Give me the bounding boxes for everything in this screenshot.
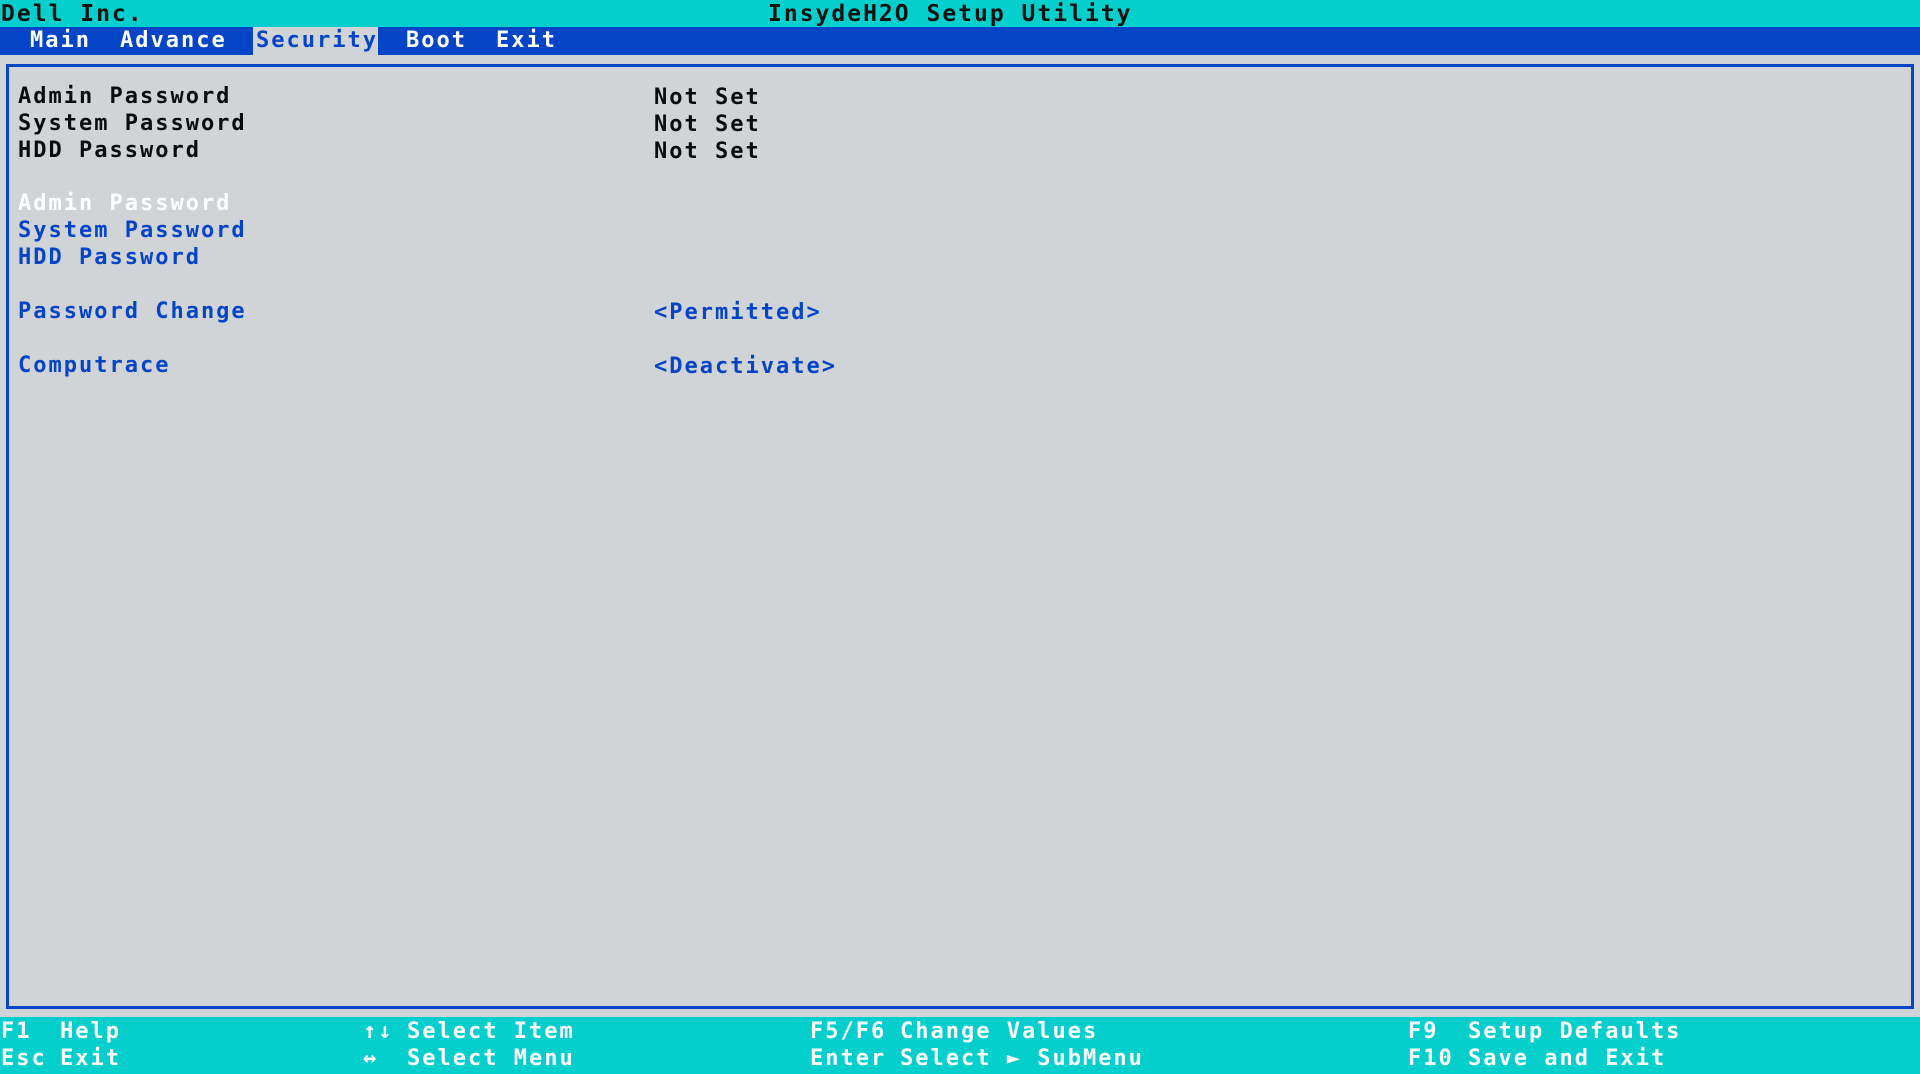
esc-exit-text: Exit [60,1046,121,1071]
computrace-value[interactable]: <Deactivate> [654,353,837,380]
hdd-password-status-value: Not Set [654,139,761,164]
menu-bar: Main Advance Security Boot Exit [0,27,1920,55]
f1-help-text: Help [60,1019,121,1044]
enter-key: Enter [810,1046,887,1071]
up-down-arrows-icon: ↑↓ [363,1019,394,1044]
help-bar: F1 Help ↑↓ Select Item F5/F6 Change Valu… [0,1017,1920,1074]
utility-title: InsydeH2O Setup Utility [768,1,1133,27]
set-hdd-password-item[interactable]: HDD Password [18,244,201,271]
tab-exit[interactable]: Exit [493,27,560,55]
password-change-label[interactable]: Password Change [18,298,247,325]
system-password-status-label: System Password [18,111,247,136]
f5-f6-key: F5/F6 [810,1019,887,1044]
f10-key: F10 [1408,1046,1454,1071]
admin-password-status-label: Admin Password [18,84,232,109]
tab-advance[interactable]: Advance [117,27,230,55]
esc-key: Esc [1,1046,47,1071]
tab-boot[interactable]: Boot [403,27,470,55]
set-system-password-item[interactable]: System Password [18,217,247,244]
system-password-status-value: Not Set [654,112,761,137]
admin-password-status-value: Not Set [654,85,761,110]
change-values-text: Change Values [900,1019,1099,1044]
computrace-label[interactable]: Computrace [18,352,170,379]
security-panel: Admin Password Not Set System Password N… [6,64,1914,1009]
select-submenu-text: Select ► SubMenu [900,1046,1144,1071]
setup-defaults-text: Setup Defaults [1468,1019,1682,1044]
select-menu-text: Select Menu [407,1046,575,1071]
f9-key: F9 [1408,1019,1439,1044]
f1-key: F1 [1,1019,32,1044]
password-change-value[interactable]: <Permitted> [654,299,822,326]
bios-setup-screen: Dell Inc. InsydeH2O Setup Utility Main A… [0,0,1920,1074]
select-item-text: Select Item [407,1019,575,1044]
title-bar: Dell Inc. InsydeH2O Setup Utility [0,0,1920,27]
set-admin-password-item[interactable]: Admin Password [18,190,231,217]
left-right-arrows-icon: ↔ [363,1046,379,1071]
hdd-password-status-label: HDD Password [18,138,201,163]
vendor-name: Dell Inc. [1,1,144,27]
save-and-exit-text: Save and Exit [1468,1046,1667,1071]
tab-main[interactable]: Main [27,27,94,55]
tab-security[interactable]: Security [253,27,378,55]
